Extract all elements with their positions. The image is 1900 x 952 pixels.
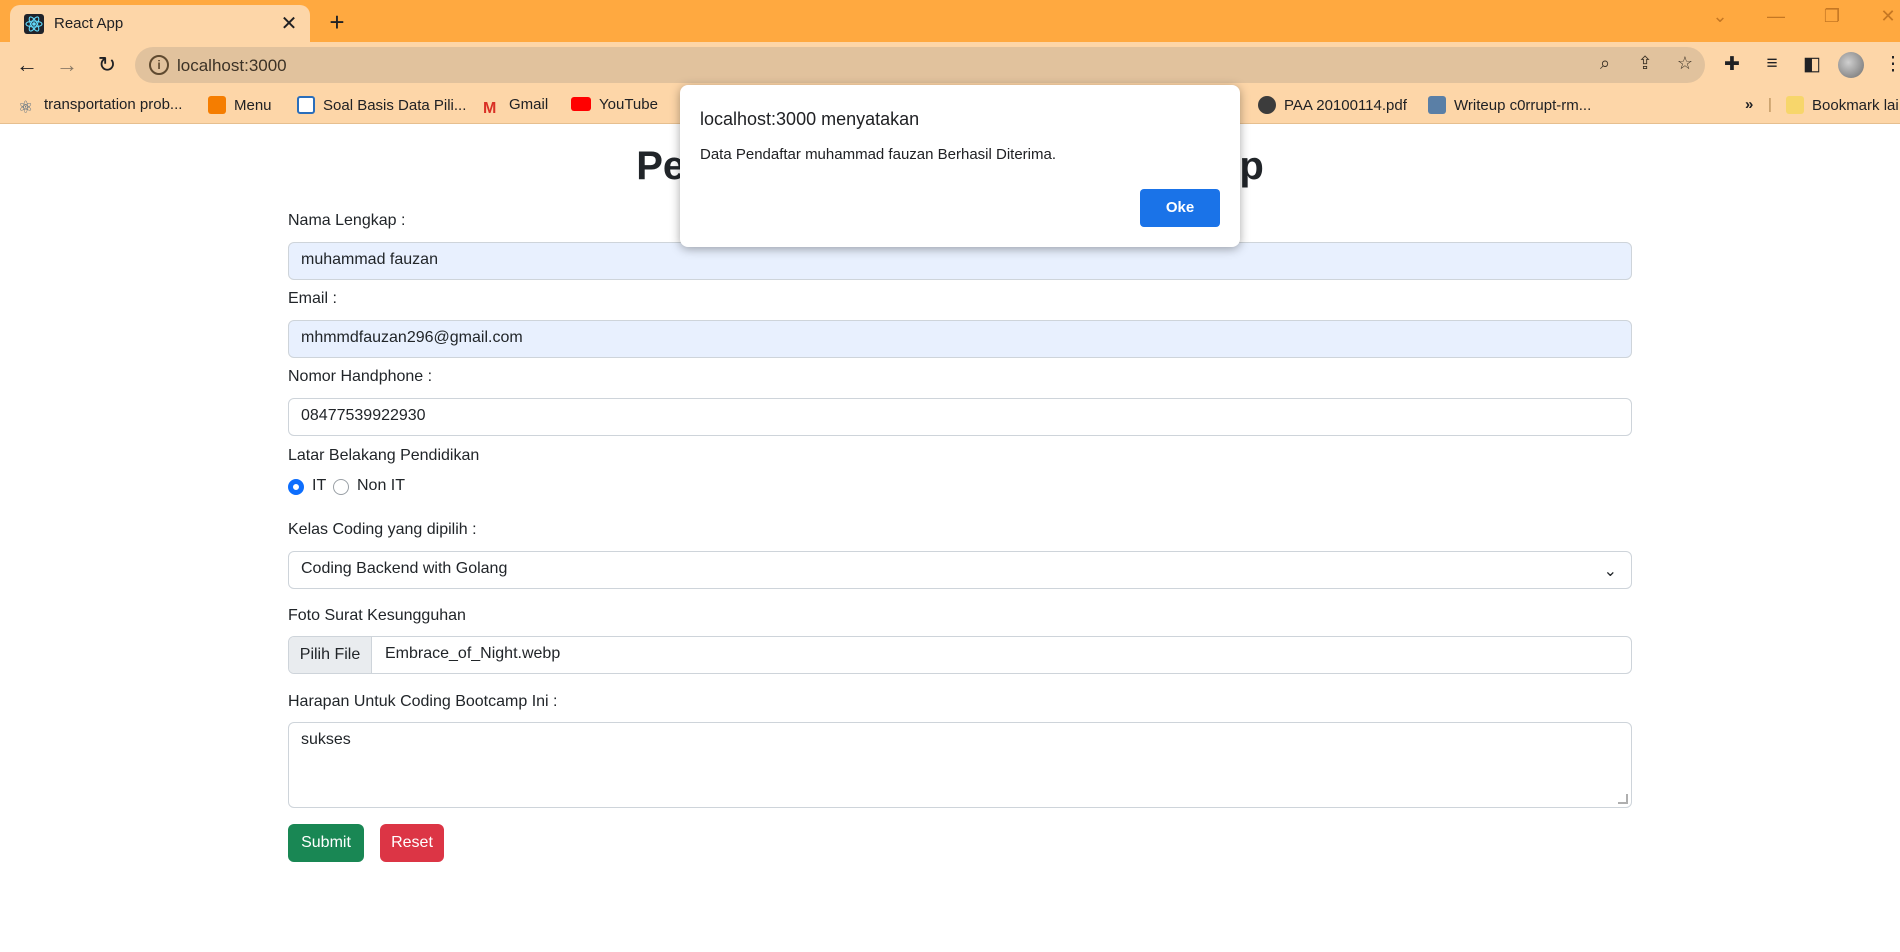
class-select[interactable]: Coding Backend with Golang ⌄ <box>288 551 1632 589</box>
tab-strip: React App ✕ + ⌄ — ❐ ✕ <box>0 0 1900 42</box>
bookmark-label: Soal Basis Data Pili... <box>323 97 467 114</box>
class-label: Kelas Coding yang dipilih : <box>288 521 477 538</box>
file-input[interactable]: Pilih File Embrace_of_Night.webp <box>288 636 1632 674</box>
restore-icon[interactable]: ❐ <box>1818 6 1846 27</box>
media-icon[interactable]: ≡ <box>1759 53 1785 77</box>
photo-label: Foto Surat Kesungguhan <box>288 607 466 624</box>
name-field[interactable]: muhammad fauzan <box>288 242 1632 280</box>
ok-button[interactable]: Oke <box>1140 189 1220 227</box>
choose-file-button[interactable]: Pilih File <box>289 637 372 673</box>
bookmark-label: PAA 20100114.pdf <box>1284 97 1407 114</box>
new-tab-button[interactable]: + <box>323 7 351 38</box>
page-content: Penamp Nama Lengkap : muhammad fauzan Em… <box>0 124 1900 952</box>
close-window-icon[interactable]: ✕ <box>1874 6 1900 27</box>
name-label: Nama Lengkap : <box>288 212 406 229</box>
bookmark-label: transportation prob... <box>44 96 183 113</box>
reset-button[interactable]: Reset <box>380 824 444 862</box>
file-name: Embrace_of_Night.webp <box>385 645 561 662</box>
forward-icon[interactable]: → <box>52 50 82 80</box>
radio-it[interactable] <box>288 479 304 495</box>
alert-dialog: localhost:3000 menyatakan Data Pendaftar… <box>680 85 1240 247</box>
gmail-icon: M <box>483 100 497 117</box>
phone-field[interactable]: 08477539922930 <box>288 398 1632 436</box>
extensions-icon[interactable]: ✚ <box>1719 53 1745 77</box>
radio-non-it-label[interactable]: Non IT <box>357 477 405 495</box>
bookmark-item[interactable]: Writeup c0rrupt-rm... <box>1428 96 1591 118</box>
minimize-icon[interactable]: — <box>1762 6 1790 27</box>
side-panel-icon[interactable]: ◧ <box>1799 53 1825 77</box>
bookmark-label: Gmail <box>509 96 549 113</box>
browser-tab[interactable]: React App ✕ <box>10 5 310 42</box>
info-icon[interactable]: i <box>149 55 169 75</box>
chevron-down-icon[interactable]: ⌄ <box>1706 6 1734 27</box>
class-select-value: Coding Backend with Golang <box>301 560 508 577</box>
education-label: Latar Belakang Pendidikan <box>288 447 480 464</box>
hope-textarea[interactable]: sukses <box>288 722 1632 808</box>
resize-grip-icon[interactable] <box>1618 794 1628 804</box>
radio-it-label[interactable]: IT <box>312 477 326 495</box>
phone-label: Nomor Handphone : <box>288 368 433 385</box>
url-text[interactable]: localhost:3000 <box>177 56 287 76</box>
react-icon <box>24 14 44 34</box>
share-icon[interactable]: ⇪ <box>1632 53 1658 77</box>
tab-title: React App <box>54 15 124 32</box>
bookmark-item[interactable]: M Gmail <box>483 96 548 118</box>
chevron-down-icon: ⌄ <box>1603 563 1617 580</box>
writeup-icon <box>1428 96 1446 114</box>
bookmark-label: Bookmark lai <box>1812 97 1899 114</box>
folder-icon <box>1786 96 1804 114</box>
menu-icon[interactable]: ⋮ <box>1880 53 1900 77</box>
submit-button[interactable]: Submit <box>288 824 364 862</box>
blogger-icon <box>208 96 226 114</box>
bookmark-item[interactable]: YouTube <box>571 96 658 118</box>
back-icon[interactable]: ← <box>12 50 42 80</box>
react-icon: ⚛ <box>18 98 34 117</box>
bookmark-label: Writeup c0rrupt-rm... <box>1454 97 1592 114</box>
radio-non-it[interactable] <box>333 479 349 495</box>
browser-toolbar: ← → ↻ i localhost:3000 ⌕ ⇪ ☆ ✚ ≡ ◧ ⋮ <box>0 42 1900 88</box>
dialog-message: Data Pendaftar muhammad fauzan Berhasil … <box>700 146 1057 163</box>
bookmark-item[interactable]: PAA 20100114.pdf <box>1258 96 1407 118</box>
avatar[interactable] <box>1838 52 1864 78</box>
star-icon[interactable]: ☆ <box>1672 53 1698 77</box>
hope-text: sukses <box>301 731 351 748</box>
youtube-icon <box>571 97 591 111</box>
email-label: Email : <box>288 290 337 307</box>
globe-icon <box>1258 96 1276 114</box>
bookmark-item[interactable]: ⚛ transportation prob... <box>18 96 182 118</box>
bookmark-label: Menu <box>234 97 272 114</box>
address-bar[interactable]: i localhost:3000 ⌕ ⇪ ☆ <box>135 47 1705 83</box>
bookmarks-more-button[interactable]: » <box>1745 96 1753 118</box>
close-icon[interactable]: ✕ <box>278 11 300 36</box>
dialog-title: localhost:3000 menyatakan <box>700 109 920 129</box>
email-field[interactable]: mhmmdfauzan296@gmail.com <box>288 320 1632 358</box>
zoom-icon[interactable]: ⌕ <box>1592 53 1618 77</box>
bookmark-label: YouTube <box>599 96 658 113</box>
hope-label: Harapan Untuk Coding Bootcamp Ini : <box>288 693 558 710</box>
bookmark-folder[interactable]: Bookmark lai <box>1786 96 1899 118</box>
bookmark-item[interactable]: Soal Basis Data Pili... <box>297 96 466 118</box>
reload-icon[interactable]: ↻ <box>92 50 122 80</box>
soal-icon <box>297 96 315 114</box>
divider: | <box>1768 96 1772 113</box>
bookmark-item[interactable]: Menu <box>208 96 272 118</box>
